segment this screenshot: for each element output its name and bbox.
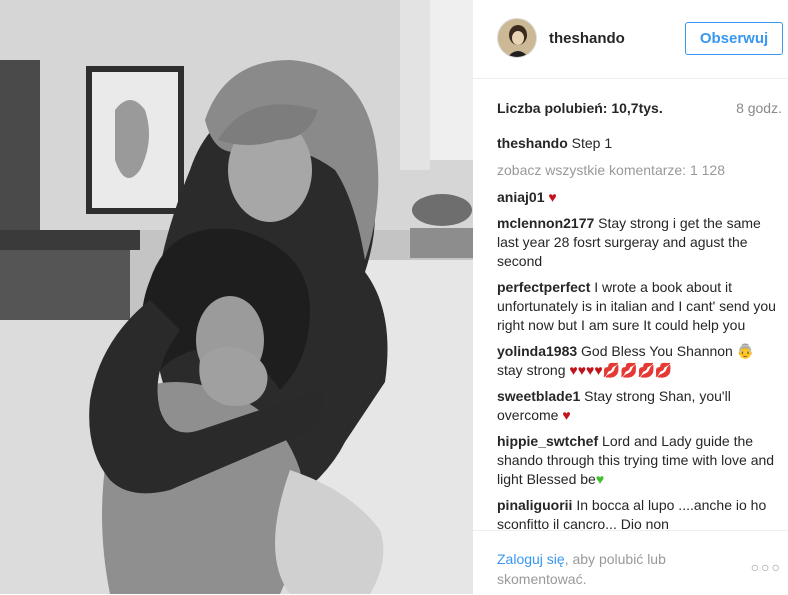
caption-username[interactable]: theshando (497, 135, 568, 151)
comment-item: sweetblade1 Stay strong Shan, you'll ove… (497, 387, 783, 425)
caption-text: Step 1 (571, 135, 613, 151)
comment-item: mclennon2177 Stay strong i get the same … (497, 214, 783, 271)
comment-username[interactable]: hippie_swtchef (497, 433, 598, 449)
comment-username[interactable]: aniaj01 (497, 189, 544, 205)
view-all-comments-link[interactable]: zobacz wszystkie komentarze: 1 128 (497, 161, 783, 180)
heart-emoji-icon: ♥♥♥♥ (569, 362, 603, 378)
post-header: theshando Obserwuj (473, 0, 788, 79)
comment-username[interactable]: yolinda1983 (497, 343, 577, 359)
comments-list: theshando Step 1 zobacz wszystkie koment… (497, 134, 783, 530)
post-sidebar: theshando Obserwuj Liczba polubień: 10,7… (473, 0, 788, 594)
heart-emoji-icon: ♥ (562, 407, 571, 423)
photo-image (0, 0, 473, 594)
avatar[interactable] (497, 18, 537, 58)
comment-username[interactable]: pinaliguorii (497, 497, 572, 513)
follow-button[interactable]: Obserwuj (685, 22, 783, 55)
post-timestamp[interactable]: 8 godz. (736, 100, 782, 116)
comment-item: pinaliguorii In bocca al lupo ....anche … (497, 496, 783, 530)
comment-item: yolinda1983 God Bless You Shannon 👵 stay… (497, 342, 783, 380)
comment-username[interactable]: perfectperfect (497, 279, 590, 295)
comment-username[interactable]: sweetblade1 (497, 388, 580, 404)
likes-count[interactable]: Liczba polubień: 10,7tys. (497, 100, 663, 116)
comment-item: hippie_swtchef Lord and Lady guide the s… (497, 432, 783, 489)
heart-emoji-icon: ♥ (548, 189, 557, 205)
instagram-post: theshando Obserwuj Liczba polubień: 10,7… (0, 0, 788, 594)
post-footer: Zaloguj się, aby polubić lub skomentować… (473, 530, 788, 595)
comment-item: aniaj01 ♥ (497, 188, 783, 207)
green-heart-emoji-icon: ♥ (595, 471, 605, 487)
more-options-icon[interactable]: ○○○ (751, 559, 782, 575)
caption: theshando Step 1 (497, 134, 783, 153)
avatar-image (498, 19, 536, 57)
post-photo[interactable] (0, 0, 473, 594)
kiss-emoji-icon: 💋💋💋💋 (602, 362, 673, 378)
comment-username[interactable]: mclennon2177 (497, 215, 594, 231)
login-link[interactable]: Zaloguj się (497, 551, 565, 567)
username-link[interactable]: theshando (549, 30, 625, 47)
comment-item: perfectperfect I wrote a book about it u… (497, 278, 783, 335)
login-prompt: Zaloguj się, aby polubić lub skomentować… (497, 549, 727, 589)
